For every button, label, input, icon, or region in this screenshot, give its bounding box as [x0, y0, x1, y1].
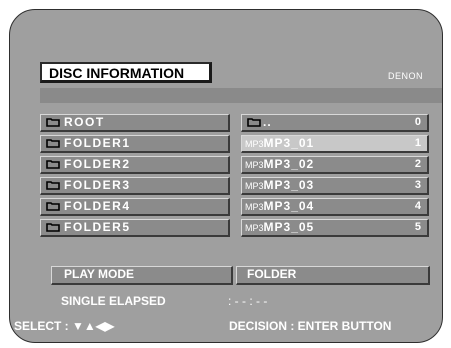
- folder-icon: [46, 223, 60, 232]
- file-label: MP3_02: [263, 157, 315, 171]
- folder-label: FOLDER4: [64, 199, 131, 213]
- folder-icon: [247, 118, 261, 127]
- elapsed-value: : - - : - -: [228, 294, 268, 308]
- file-type-prefix: MP3: [245, 160, 264, 170]
- file-label: MP3_04: [263, 199, 315, 213]
- folder-item-folder1[interactable]: FOLDER1: [40, 135, 230, 153]
- file-type-prefix: MP3: [245, 139, 264, 149]
- folder-icon: [46, 118, 60, 127]
- folder-label: FOLDER3: [64, 178, 131, 192]
- elapsed-label: SINGLE ELAPSED: [61, 294, 166, 308]
- file-item-mp3-05[interactable]: MP3MP3_05 5: [241, 219, 429, 237]
- header-divider: [40, 88, 442, 103]
- select-hint: SELECT : ▼▲◀▶: [14, 319, 115, 333]
- play-mode-label-box: PLAY MODE: [51, 266, 233, 285]
- play-mode-value-box[interactable]: FOLDER: [236, 266, 430, 285]
- play-mode-value: FOLDER: [247, 267, 297, 281]
- folder-label: FOLDER1: [64, 136, 131, 150]
- file-label: MP3_01: [263, 136, 315, 150]
- file-item-parent[interactable]: .. 0: [241, 114, 429, 132]
- folder-label: FOLDER5: [64, 220, 131, 234]
- file-label: MP3_05: [263, 220, 315, 234]
- file-label: MP3_03: [263, 178, 315, 192]
- file-number: 5: [414, 221, 422, 233]
- file-number: 1: [414, 137, 422, 149]
- osd-screen: DISC INFORMATION DENON ROOT FOLDER1 FOLD…: [9, 9, 443, 343]
- file-type-prefix: MP3: [245, 202, 264, 212]
- brand-label: DENON: [388, 71, 424, 81]
- decision-hint: DECISION : ENTER BUTTON: [229, 319, 392, 333]
- file-item-mp3-01[interactable]: MP3MP3_01 1: [241, 135, 429, 153]
- folder-item-root[interactable]: ROOT: [40, 114, 230, 132]
- folder-icon: [46, 181, 60, 190]
- folder-item-folder2[interactable]: FOLDER2: [40, 156, 230, 174]
- file-number: 4: [414, 200, 422, 212]
- file-number: 2: [414, 158, 422, 170]
- folder-label: FOLDER2: [64, 157, 131, 171]
- file-type-prefix: MP3: [245, 181, 264, 191]
- page-title: DISC INFORMATION: [40, 62, 212, 83]
- file-item-mp3-02[interactable]: MP3MP3_02 2: [241, 156, 429, 174]
- folder-label: ROOT: [64, 115, 105, 129]
- file-label: ..: [263, 115, 272, 129]
- folder-icon: [46, 202, 60, 211]
- folder-item-folder3[interactable]: FOLDER3: [40, 177, 230, 195]
- play-mode-label: PLAY MODE: [64, 267, 135, 281]
- file-type-prefix: MP3: [245, 223, 264, 233]
- folder-icon: [46, 160, 60, 169]
- file-number: 3: [414, 179, 422, 191]
- folder-icon: [46, 139, 60, 148]
- file-item-mp3-04[interactable]: MP3MP3_04 4: [241, 198, 429, 216]
- folder-item-folder4[interactable]: FOLDER4: [40, 198, 230, 216]
- folder-item-folder5[interactable]: FOLDER5: [40, 219, 230, 237]
- file-number: 0: [414, 116, 422, 128]
- file-item-mp3-03[interactable]: MP3MP3_03 3: [241, 177, 429, 195]
